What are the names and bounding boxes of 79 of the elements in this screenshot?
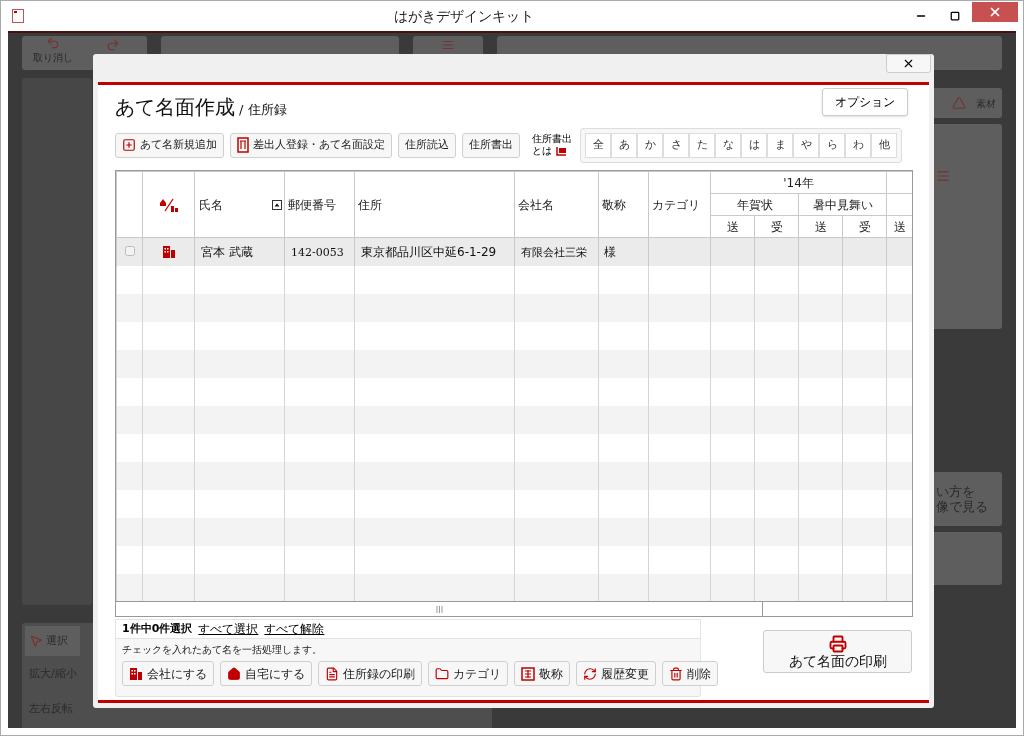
batch-action-button[interactable]: 自宅にする — [220, 661, 312, 686]
folder-icon — [435, 666, 449, 681]
window-title: はがきデザインキット — [393, 6, 535, 26]
sender-icon — [237, 137, 249, 153]
column-header[interactable]: 会社名 — [518, 197, 554, 212]
document-icon — [325, 666, 339, 681]
kana-filter-button[interactable]: 全 — [585, 132, 611, 158]
list-icon[interactable] — [936, 169, 950, 183]
printer-icon — [828, 634, 847, 653]
column-group-header: 年賀状 — [736, 197, 773, 212]
window-icon — [556, 146, 566, 156]
close-icon — [988, 5, 1002, 19]
close-button[interactable] — [886, 54, 931, 73]
kana-filter-button[interactable]: か — [637, 132, 663, 158]
column-header: 送 — [726, 219, 739, 234]
trash-icon — [669, 666, 683, 681]
kana-filter-button[interactable]: や — [793, 132, 819, 158]
dialog-title: あて名面作成 — [115, 94, 235, 121]
building-icon — [129, 666, 143, 681]
export-help-link[interactable]: 住所書出 — [532, 133, 572, 145]
kana-filter-button[interactable]: ら — [819, 132, 845, 158]
grip-icon — [435, 605, 443, 613]
column-header[interactable]: 住所 — [358, 197, 382, 212]
maximize-icon — [950, 11, 960, 21]
horizontal-scrollbar[interactable] — [116, 601, 912, 616]
kana-filter-button[interactable]: わ — [845, 132, 871, 158]
option-button[interactable]: オプション — [822, 88, 908, 116]
print-button[interactable]: あて名面の印刷 — [763, 630, 912, 673]
column-header[interactable]: 郵便番号 — [288, 197, 336, 212]
column-header[interactable]: 敬称 — [602, 197, 626, 212]
batch-action-button[interactable]: 敬称 — [514, 661, 570, 686]
batch-hint: チェックを入れたあて名を一括処理します。 — [122, 643, 323, 657]
kana-filter-button[interactable]: 他 — [871, 132, 897, 158]
column-header[interactable]: 氏名 — [199, 195, 223, 214]
column-header: 受 — [858, 219, 871, 234]
sort-icon[interactable] — [272, 199, 282, 210]
batch-action-button[interactable]: 履歴変更 — [576, 661, 656, 686]
deselect-all-link[interactable]: すべて解除 — [264, 621, 325, 637]
kana-filter-button[interactable]: な — [715, 132, 741, 158]
kana-filter-button[interactable]: あ — [611, 132, 637, 158]
select-all-link[interactable]: すべて選択 — [198, 621, 259, 637]
batch-action-button[interactable]: 会社にする — [122, 661, 214, 686]
table-cell: 様 — [604, 244, 616, 259]
batch-action-button[interactable]: 住所録の印刷 — [318, 661, 422, 686]
kana-filter-button[interactable]: ま — [767, 132, 793, 158]
redo-icon[interactable] — [106, 38, 120, 52]
column-header: 受 — [770, 219, 783, 234]
selection-count: 1件中0件選択 — [122, 620, 193, 637]
column-header: 送 — [814, 219, 827, 234]
undo-icon — [46, 36, 60, 50]
table-cell: 142-0053 — [291, 245, 344, 259]
toolbar-button[interactable]: 住所読込 — [398, 132, 456, 158]
toolbar-button[interactable]: あて名新規追加 — [115, 132, 224, 158]
house-building-icon — [158, 196, 179, 213]
table-cell: 宮本 武蔵 — [201, 244, 253, 259]
kana-filter-button[interactable]: た — [689, 132, 715, 158]
kana-filter-button[interactable]: さ — [663, 132, 689, 158]
close-icon — [902, 57, 915, 70]
toolbar-button[interactable]: 住所書出 — [462, 132, 520, 158]
app-icon — [12, 9, 24, 23]
toolbar-button[interactable]: 差出人登録・あて名面設定 — [230, 132, 392, 158]
triangle-icon — [952, 96, 966, 110]
column-header: 送 — [894, 219, 906, 234]
column-group-header: '14年 — [783, 175, 814, 190]
house-icon — [227, 666, 241, 681]
table-cell: 東京都品川区中延6-1-29 — [361, 244, 497, 259]
building-icon — [161, 244, 176, 259]
pointer-icon — [29, 634, 43, 648]
column-group-header: 暑中見舞い — [812, 197, 873, 212]
honorific-icon — [521, 666, 535, 681]
column-header[interactable]: カテゴリ — [652, 197, 700, 212]
add-icon — [122, 138, 136, 152]
export-help-link[interactable]: とは — [532, 145, 552, 157]
batch-action-button[interactable]: カテゴリ — [428, 661, 508, 686]
batch-action-button[interactable]: 削除 — [662, 661, 718, 686]
dialog-subtitle: / 住所録 — [239, 101, 287, 119]
table-cell: 有限会社三栄 — [521, 245, 587, 259]
kana-filter-button[interactable]: は — [741, 132, 767, 158]
arrows-icon — [583, 666, 597, 681]
